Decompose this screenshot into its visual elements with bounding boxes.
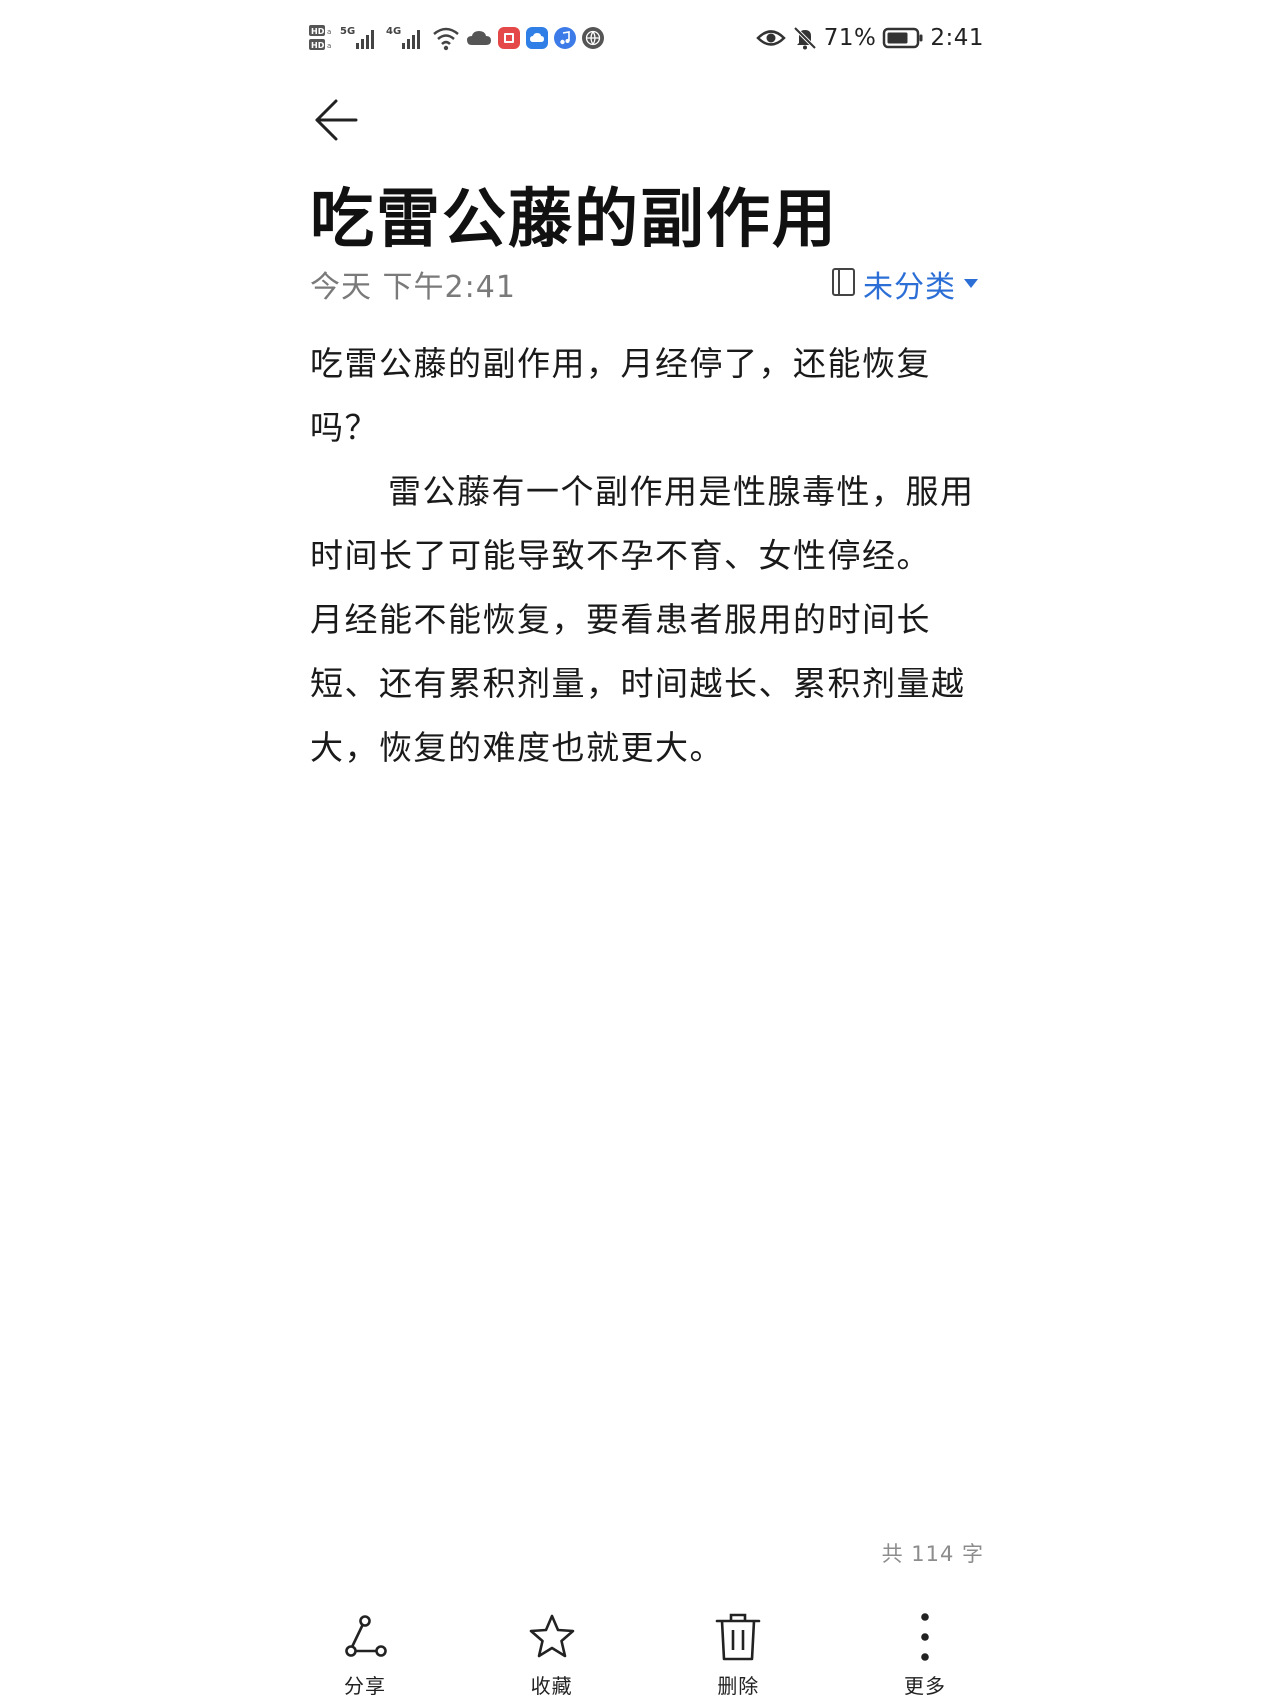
network-2-label: 4G bbox=[386, 26, 401, 37]
favorite-button[interactable]: 收藏 bbox=[497, 1610, 607, 1700]
delete-label: 删除 bbox=[717, 1674, 760, 1698]
status-bar-right: 71% 2:41 bbox=[755, 25, 984, 51]
status-time: 2:41 bbox=[930, 25, 984, 51]
share-button[interactable]: 分享 bbox=[310, 1610, 420, 1700]
notebook-icon bbox=[831, 267, 857, 301]
svg-text:a: a bbox=[327, 28, 331, 36]
favorite-label: 收藏 bbox=[530, 1674, 573, 1698]
eye-icon bbox=[755, 27, 786, 49]
cloud-icon bbox=[466, 28, 492, 48]
note-title[interactable]: 吃雷公藤的副作用 bbox=[310, 180, 838, 260]
signal-5g-icon: 5G bbox=[340, 23, 380, 53]
share-icon bbox=[338, 1610, 392, 1664]
trash-icon bbox=[711, 1610, 765, 1664]
red-app-icon bbox=[498, 27, 520, 49]
globe-app-icon bbox=[582, 27, 604, 49]
svg-text:a: a bbox=[327, 42, 331, 50]
battery-icon bbox=[882, 26, 924, 50]
network-1-label: 5G bbox=[340, 26, 355, 37]
wifi-icon bbox=[432, 25, 460, 51]
notes-screen: HD HD a a 5G 4G 71% 2:41 吃雷公藤的副作用 今天 下午2… bbox=[0, 0, 1280, 1706]
word-count: 共 114 字 bbox=[881, 1542, 984, 1566]
more-button[interactable]: 更多 bbox=[870, 1610, 980, 1700]
hd-icon: HD HD a a bbox=[308, 23, 334, 53]
arrow-left-icon bbox=[312, 96, 360, 148]
blue-cloud-app-icon bbox=[526, 27, 548, 49]
music-app-icon bbox=[554, 27, 576, 49]
more-label: 更多 bbox=[903, 1674, 946, 1698]
note-paragraph: 月经能不能恢复，要看患者服用的时间长短、还有累积剂量，时间越长、累积剂量越大，恢… bbox=[310, 600, 966, 767]
bottom-toolbar: 分享 收藏 删除 更多 bbox=[310, 1610, 980, 1700]
note-paragraph: 雷公藤有一个副作用是性腺毒性，服用时间长了可能导致不孕不育、女性停经。 bbox=[310, 472, 975, 575]
note-meta-row: 今天 下午2:41 未分类 bbox=[310, 262, 980, 306]
svg-text:HD: HD bbox=[311, 27, 325, 36]
status-bar-left: HD HD a a 5G 4G bbox=[308, 23, 604, 53]
note-date: 今天 下午2:41 bbox=[310, 270, 516, 305]
share-label: 分享 bbox=[344, 1674, 386, 1698]
note-paragraph: 吃雷公藤的副作用，月经停了，还能恢复吗？ bbox=[310, 344, 931, 447]
triangle-down-icon bbox=[962, 275, 980, 294]
delete-button[interactable]: 删除 bbox=[683, 1610, 793, 1700]
signal-4g-icon: 4G bbox=[386, 23, 426, 53]
category-selector[interactable]: 未分类 bbox=[831, 262, 980, 306]
star-icon bbox=[525, 1610, 579, 1664]
battery-percent: 71% bbox=[823, 25, 877, 51]
back-button[interactable] bbox=[308, 94, 364, 150]
note-body[interactable]: 吃雷公藤的副作用，月经停了，还能恢复吗？ 雷公藤有一个副作用是性腺毒性，服用时间… bbox=[310, 332, 982, 780]
category-label: 未分类 bbox=[863, 270, 956, 305]
bell-muted-icon bbox=[792, 25, 818, 51]
svg-text:HD: HD bbox=[311, 41, 325, 50]
status-bar: HD HD a a 5G 4G 71% 2:41 bbox=[308, 20, 984, 56]
more-vertical-icon bbox=[898, 1610, 952, 1664]
